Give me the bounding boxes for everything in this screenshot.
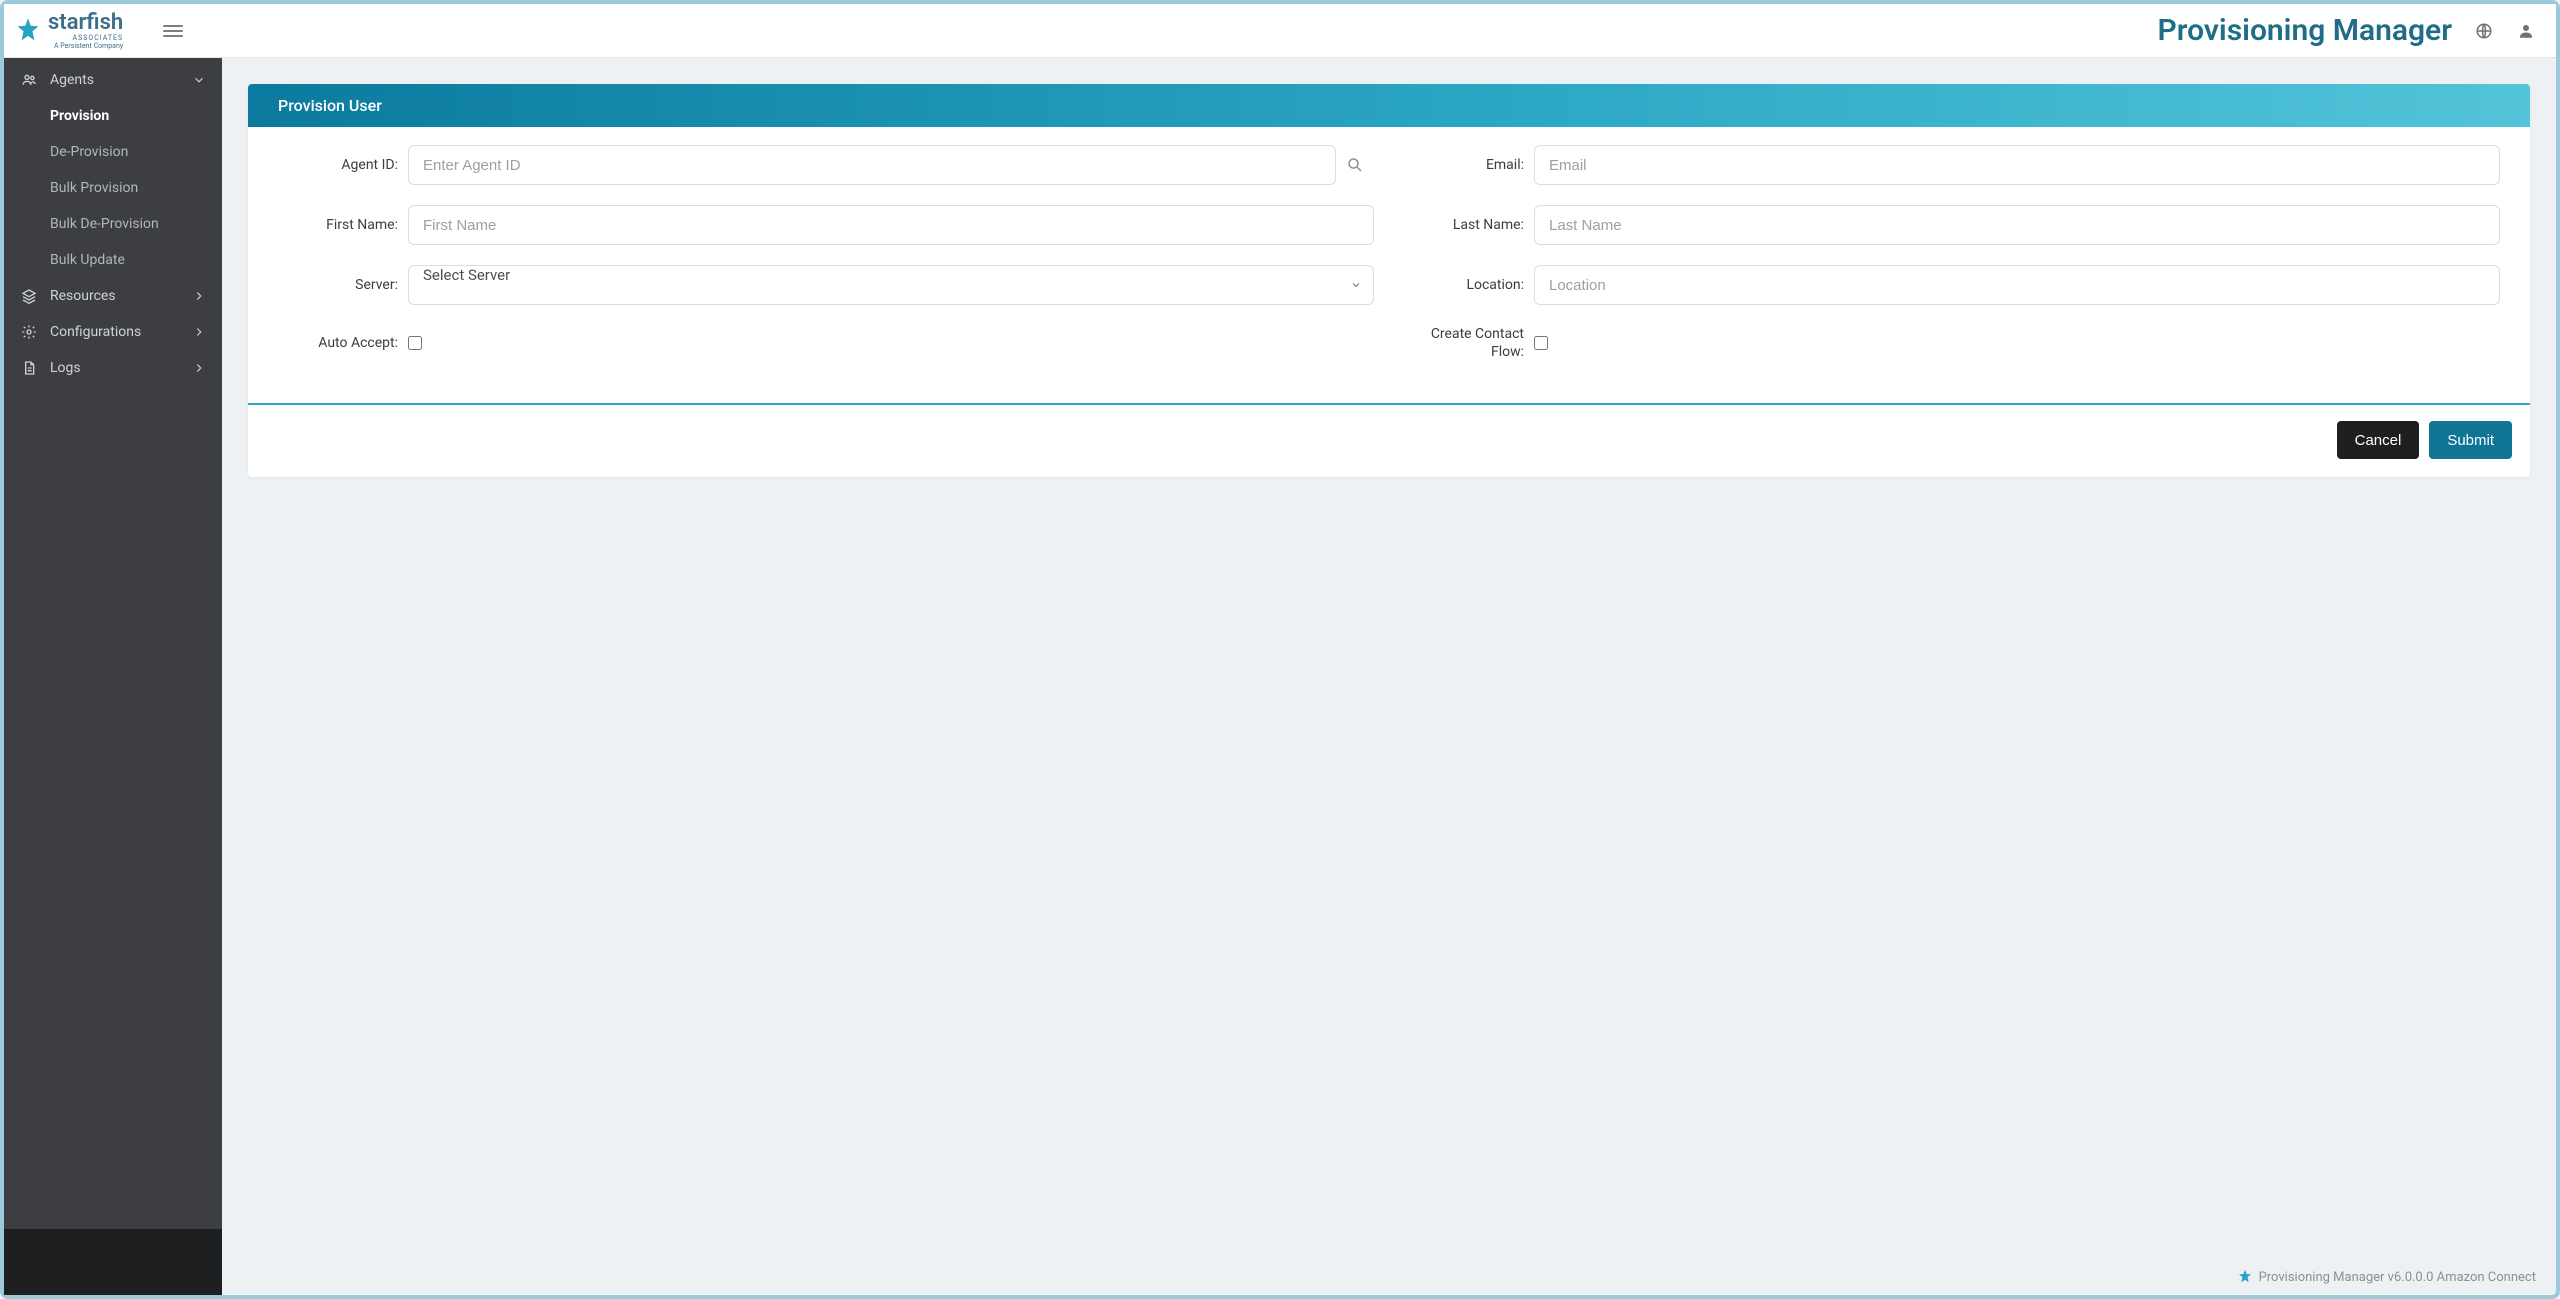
layers-icon bbox=[20, 287, 38, 305]
sidebar-item-configurations[interactable]: Configurations bbox=[4, 314, 222, 350]
gear-icon bbox=[20, 323, 38, 341]
sidebar-item-label: Bulk Update bbox=[50, 252, 125, 268]
location-input[interactable] bbox=[1534, 265, 2500, 305]
main-content: Provision User Agent ID: Email: bbox=[222, 58, 2556, 1295]
sidebar-item-label: Bulk Provision bbox=[50, 180, 138, 196]
footer: Provisioning Manager v6.0.0.0 Amazon Con… bbox=[2237, 1269, 2536, 1285]
label-first-name: First Name: bbox=[278, 217, 398, 233]
label-auto-accept: Auto Accept: bbox=[278, 335, 398, 351]
sidebar-item-label: Resources bbox=[50, 288, 116, 304]
sidebar-item-label: De-Provision bbox=[50, 144, 128, 160]
last-name-input[interactable] bbox=[1534, 205, 2500, 245]
brand-sub1: ASSOCIATES bbox=[48, 35, 123, 42]
app-title: Provisioning Manager bbox=[2158, 13, 2452, 48]
sidebar-item-logs[interactable]: Logs bbox=[4, 350, 222, 386]
sidebar-item-label: Provision bbox=[50, 108, 109, 124]
server-select[interactable]: Select Server bbox=[408, 265, 1374, 305]
submit-button[interactable]: Submit bbox=[2429, 421, 2512, 459]
topbar: starfish ASSOCIATES A Persistent Company… bbox=[4, 4, 2556, 58]
label-create-contact-flow: Create Contact Flow: bbox=[1404, 325, 1524, 361]
starfish-icon bbox=[14, 17, 42, 45]
sidebar-item-label: Configurations bbox=[50, 324, 141, 340]
first-name-input[interactable] bbox=[408, 205, 1374, 245]
hamburger-icon[interactable] bbox=[163, 21, 183, 41]
email-input[interactable] bbox=[1534, 145, 2500, 185]
label-last-name: Last Name: bbox=[1404, 217, 1524, 233]
sidebar-subitem-bulk-update[interactable]: Bulk Update bbox=[4, 242, 222, 278]
sidebar-item-label: Agents bbox=[50, 72, 94, 88]
chevron-right-icon bbox=[192, 289, 206, 303]
footer-text: Provisioning Manager v6.0.0.0 Amazon Con… bbox=[2259, 1270, 2536, 1285]
label-location: Location: bbox=[1404, 277, 1524, 293]
chevron-down-icon bbox=[192, 73, 206, 87]
sidebar-item-resources[interactable]: Resources bbox=[4, 278, 222, 314]
user-group-icon bbox=[20, 71, 38, 89]
user-icon[interactable] bbox=[2516, 21, 2536, 41]
file-icon bbox=[20, 359, 38, 377]
sidebar-item-label: Bulk De-Provision bbox=[50, 216, 159, 232]
starfish-icon bbox=[2237, 1269, 2253, 1285]
chevron-right-icon bbox=[192, 325, 206, 339]
label-server: Server: bbox=[278, 277, 398, 293]
agent-id-input[interactable] bbox=[408, 145, 1336, 185]
sidebar-subitem-provision[interactable]: Provision bbox=[4, 98, 222, 134]
sidebar-footer bbox=[4, 1229, 222, 1295]
create-contact-flow-checkbox[interactable] bbox=[1534, 336, 1548, 350]
brand-logo: starfish ASSOCIATES A Persistent Company bbox=[14, 12, 123, 50]
sidebar-subitem-deprovision[interactable]: De-Provision bbox=[4, 134, 222, 170]
card-title: Provision User bbox=[248, 84, 2530, 127]
cancel-button[interactable]: Cancel bbox=[2337, 421, 2420, 459]
provision-card: Provision User Agent ID: Email: bbox=[248, 84, 2530, 477]
chevron-right-icon bbox=[192, 361, 206, 375]
sidebar-item-label: Logs bbox=[50, 360, 81, 376]
sidebar-subitem-bulk-deprovision[interactable]: Bulk De-Provision bbox=[4, 206, 222, 242]
auto-accept-checkbox[interactable] bbox=[408, 336, 422, 350]
globe-icon[interactable] bbox=[2474, 21, 2494, 41]
sidebar-item-agents[interactable]: Agents bbox=[4, 62, 222, 98]
sidebar: Agents Provision De-Provision Bulk Provi… bbox=[4, 58, 222, 1295]
label-email: Email: bbox=[1404, 157, 1524, 173]
label-agent-id: Agent ID: bbox=[278, 157, 398, 173]
brand-name: starfish bbox=[48, 12, 123, 34]
search-icon[interactable] bbox=[1346, 156, 1364, 174]
brand-sub2: A Persistent Company bbox=[48, 43, 123, 50]
sidebar-subitem-bulk-provision[interactable]: Bulk Provision bbox=[4, 170, 222, 206]
